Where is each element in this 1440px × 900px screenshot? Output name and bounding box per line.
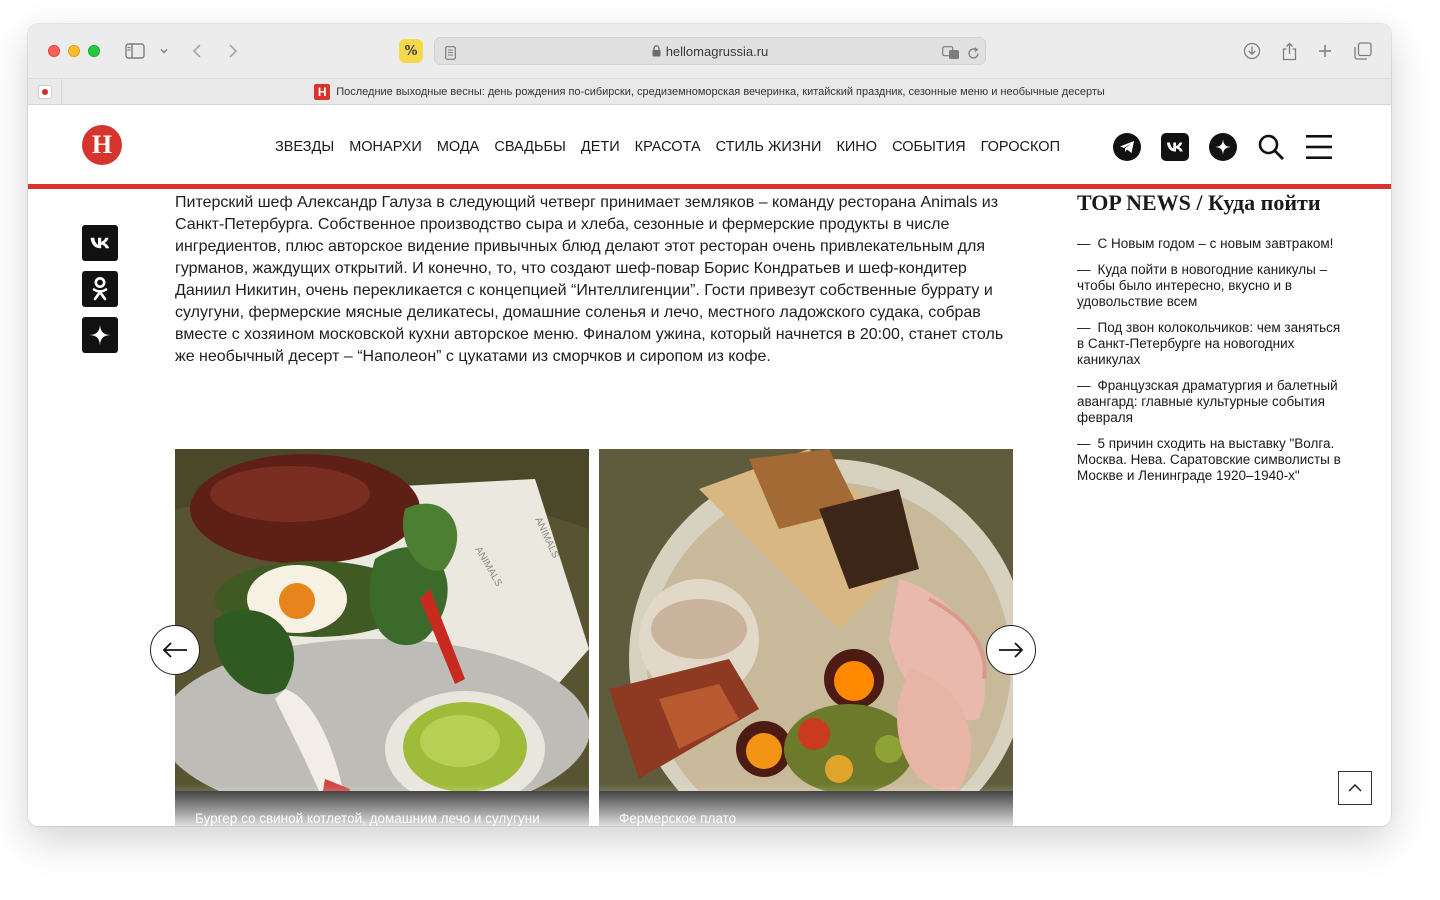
reload-icon[interactable] (965, 42, 981, 64)
zen-icon (89, 324, 111, 346)
dash-icon: — (1077, 320, 1091, 335)
telegram-icon[interactable] (1113, 133, 1141, 161)
photo-gallery: ANIMALS ANIMALS Бургер со свиной котлето… (175, 449, 1013, 826)
sidebar-toggle-icon[interactable] (124, 40, 146, 62)
dash-icon: — (1077, 236, 1091, 251)
nav-item-beauty[interactable]: КРАСОТА (635, 139, 701, 155)
tab-overview-icon[interactable] (1353, 40, 1373, 62)
site-logo[interactable]: H (82, 125, 122, 165)
forward-icon[interactable] (224, 40, 242, 62)
top-news-item-label: 5 причин сходить на выставку "Волга. Мос… (1077, 436, 1341, 483)
back-icon[interactable] (188, 40, 206, 62)
share-vk-button[interactable] (82, 225, 118, 261)
browser-toolbar: % hellomagrussia.ru (28, 24, 1391, 79)
share-zen-button[interactable] (82, 317, 118, 353)
dash-icon: — (1077, 378, 1091, 393)
odnoklassniki-icon (92, 277, 108, 301)
top-news-item-label: С Новым годом – с новым завтраком! (1097, 236, 1334, 251)
site-header: H ЗВЕЗДЫ МОНАРХИ МОДА СВАДЬБЫ ДЕТИ КРАСО… (28, 105, 1391, 189)
tab-title: Последние выходные весны: день рождения … (336, 86, 1105, 98)
new-tab-icon[interactable] (1316, 40, 1334, 62)
top-news-item-label: Под звон колокольчиков: чем заняться в С… (1077, 320, 1341, 367)
url-display[interactable]: hellomagrussia.ru (435, 38, 985, 64)
chevron-up-icon (1348, 783, 1362, 792)
gallery-caption: Фермерское плато (599, 791, 1013, 826)
share-column (82, 225, 118, 363)
active-tab[interactable]: H Последние выходные весны: день рождени… (28, 79, 1391, 105)
extension-icon[interactable]: % (399, 39, 423, 63)
share-icon[interactable] (1280, 40, 1298, 62)
farm-plate-photo (599, 449, 1013, 826)
nav-item-weddings[interactable]: СВАДЬБЫ (494, 139, 566, 155)
close-window-button[interactable] (48, 45, 60, 57)
vk-icon (90, 237, 110, 249)
sidebar-title: TOP NEWS / Куда пойти (1077, 190, 1321, 215)
top-news-item[interactable]: —5 причин сходить на выставку "Волга. Мо… (1077, 436, 1342, 484)
vk-icon[interactable] (1161, 133, 1189, 161)
tab-favicon: H (314, 84, 331, 100)
lock-icon (652, 45, 661, 57)
download-icon[interactable] (1242, 40, 1262, 62)
top-news-list: — С Новым годом – с новым завтраком! — Куд… (1077, 236, 1342, 484)
nav-item-kids[interactable]: ДЕТИ (581, 139, 620, 155)
chevron-down-icon[interactable] (158, 40, 170, 62)
share-ok-button[interactable] (82, 271, 118, 307)
nav-item-events[interactable]: СОБЫТИЯ (892, 139, 966, 155)
top-news-item-label: Куда пойти в новогодние каникулы – чтобы… (1077, 262, 1328, 309)
gallery-prev-button[interactable] (150, 625, 200, 675)
gallery-slide[interactable]: ANIMALS ANIMALS Бургер со свиной котлето… (175, 449, 589, 826)
arrow-right-icon (999, 642, 1024, 658)
translate-icon[interactable] (941, 42, 961, 64)
url-text: hellomagrussia.ru (665, 43, 769, 59)
dash-icon: — (1077, 436, 1091, 451)
menu-icon[interactable] (1305, 133, 1333, 161)
nav-item-stars[interactable]: ЗВЕЗДЫ (275, 139, 334, 155)
top-news-item-label: Французская драматургия и балетный аванг… (1077, 378, 1338, 425)
top-news-item[interactable]: — С Новым годом – с новым завтраком! (1077, 236, 1342, 252)
tab-bar: H Последние выходные весны: день рождени… (28, 79, 1391, 105)
top-news-item[interactable]: — Французская драматургия и балетный аван… (1077, 378, 1342, 426)
top-news-item[interactable]: — Под звон колокольчиков: чем заняться в … (1077, 320, 1342, 368)
burger-photo: ANIMALS ANIMALS (175, 449, 589, 826)
search-icon[interactable] (1257, 133, 1285, 161)
nav-item-lifestyle[interactable]: СТИЛЬ ЖИЗНИ (716, 139, 822, 155)
browser-window: % hellomagrussia.ru H Последние выходные… (28, 24, 1391, 826)
nav-item-monarchs[interactable]: МОНАРХИ (349, 139, 422, 155)
nav-item-horoscope[interactable]: ГОРОСКОП (981, 139, 1060, 155)
zen-icon[interactable] (1209, 133, 1237, 161)
nav-item-fashion[interactable]: МОДА (437, 139, 480, 155)
gallery-slide[interactable]: Фермерское плато (599, 449, 1013, 826)
scroll-to-top-button[interactable] (1338, 771, 1372, 805)
address-bar[interactable]: hellomagrussia.ru (434, 37, 986, 65)
main-nav: ЗВЕЗДЫ МОНАРХИ МОДА СВАДЬБЫ ДЕТИ КРАСОТА… (275, 139, 1075, 155)
top-news-item[interactable]: — Куда пойти в новогодние каникулы – чтоб… (1077, 262, 1342, 310)
dash-icon: — (1077, 262, 1091, 277)
article-body: Питерский шеф Александр Галуза в следующ… (175, 194, 1004, 365)
gallery-caption: Бургер со свиной котлетой, домашним лечо… (175, 791, 589, 826)
arrow-left-icon (162, 642, 187, 658)
gallery-next-button[interactable] (986, 625, 1036, 675)
minimize-window-button[interactable] (68, 45, 80, 57)
zoom-window-button[interactable] (88, 45, 100, 57)
nav-item-cinema[interactable]: КИНО (836, 139, 877, 155)
top-news-sidebar: TOP NEWS / Куда пойти — С Новым годом – с… (1077, 190, 1342, 494)
